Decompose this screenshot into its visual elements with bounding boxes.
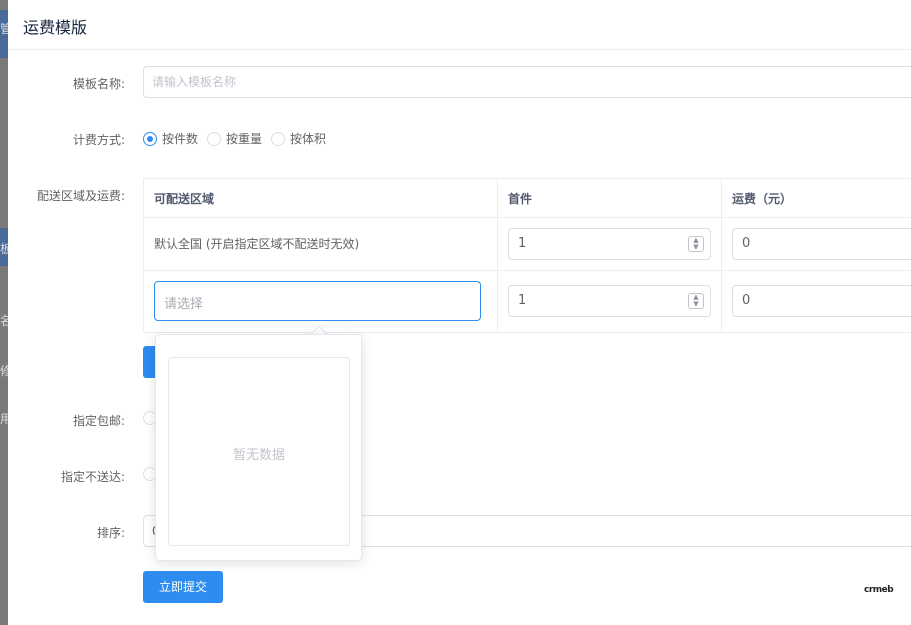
table-header-first: 首件 (498, 179, 722, 218)
billing-radio-by-volume[interactable]: 按体积 (271, 130, 326, 147)
delivery-region-label: 配送区域及运费: (36, 189, 125, 203)
fee-value: 0 (742, 236, 751, 251)
radio-dot (271, 131, 285, 146)
empty-panel: 暂无数据 (168, 357, 350, 546)
dialog-header: 运费模版 (8, 0, 911, 50)
background-text-fragment: 名 (0, 314, 8, 328)
fee-value: 0 (742, 293, 751, 308)
sort-label: 排序: (96, 526, 125, 540)
first-piece-input[interactable]: 1 ▲ ▼ (508, 228, 711, 260)
radio-label: 按重量 (226, 132, 263, 146)
submit-button[interactable]: 立即提交 (143, 571, 223, 603)
template-name-label: 模板名称: (72, 77, 125, 91)
free-shipping-label: 指定包邮: (72, 414, 125, 428)
table-header-fee: 运费（元） (722, 179, 911, 218)
no-delivery-label: 指定不送达: (60, 470, 125, 484)
radio-label: 按体积 (290, 132, 327, 146)
fee-input[interactable]: 0 (732, 285, 911, 317)
table-cell-first-1: 1 ▲ ▼ (498, 218, 722, 271)
radio-dot (143, 131, 157, 146)
background-text-fragment: 板 (0, 242, 8, 256)
stepper-arrows-icon[interactable]: ▲ ▼ (688, 236, 704, 252)
billing-method-label: 计费方式: (72, 133, 125, 147)
fee-input[interactable]: 0 (732, 228, 911, 260)
radio-dot (207, 131, 221, 146)
region-select[interactable]: 请选择 (154, 281, 481, 321)
table-cell-fee-2: 0 (722, 271, 911, 333)
radio-label: 按件数 (162, 132, 199, 146)
table-cell-first-2: 1 ▲ ▼ (498, 271, 722, 333)
stepper-arrows-icon[interactable]: ▲ ▼ (688, 293, 704, 309)
template-name-input[interactable] (143, 66, 911, 98)
billing-radio-by-weight[interactable]: 按重量 (207, 130, 262, 147)
table-cell-default-region: 默认全国 (开启指定区域不配送时无效) (144, 218, 498, 271)
background-overlay-strip: 管 板 名 修 用 (0, 0, 8, 625)
background-text-fragment: 用 (0, 412, 8, 426)
first-piece-value: 1 (518, 293, 527, 308)
first-piece-input[interactable]: 1 ▲ ▼ (508, 285, 711, 317)
region-dropdown: 暂无数据 (155, 334, 362, 561)
billing-radio-by-piece[interactable]: 按件数 (143, 130, 198, 147)
table-cell-fee-1: 0 (722, 218, 911, 271)
background-text-fragment: 管 (0, 22, 8, 36)
table-header-region: 可配送区域 (144, 179, 498, 218)
region-select-placeholder: 请选择 (164, 297, 204, 312)
background-text-fragment: 修 (0, 364, 8, 378)
shipping-template-dialog: 运费模版 模板名称: 计费方式: 按件数 按重量 按体积 配送区域及运费: 可配… (8, 0, 911, 625)
dialog-title: 运费模版 (23, 18, 88, 37)
first-piece-value: 1 (518, 236, 527, 251)
crmeb-logo: crmeb (864, 585, 894, 595)
empty-text: 暂无数据 (232, 448, 285, 463)
